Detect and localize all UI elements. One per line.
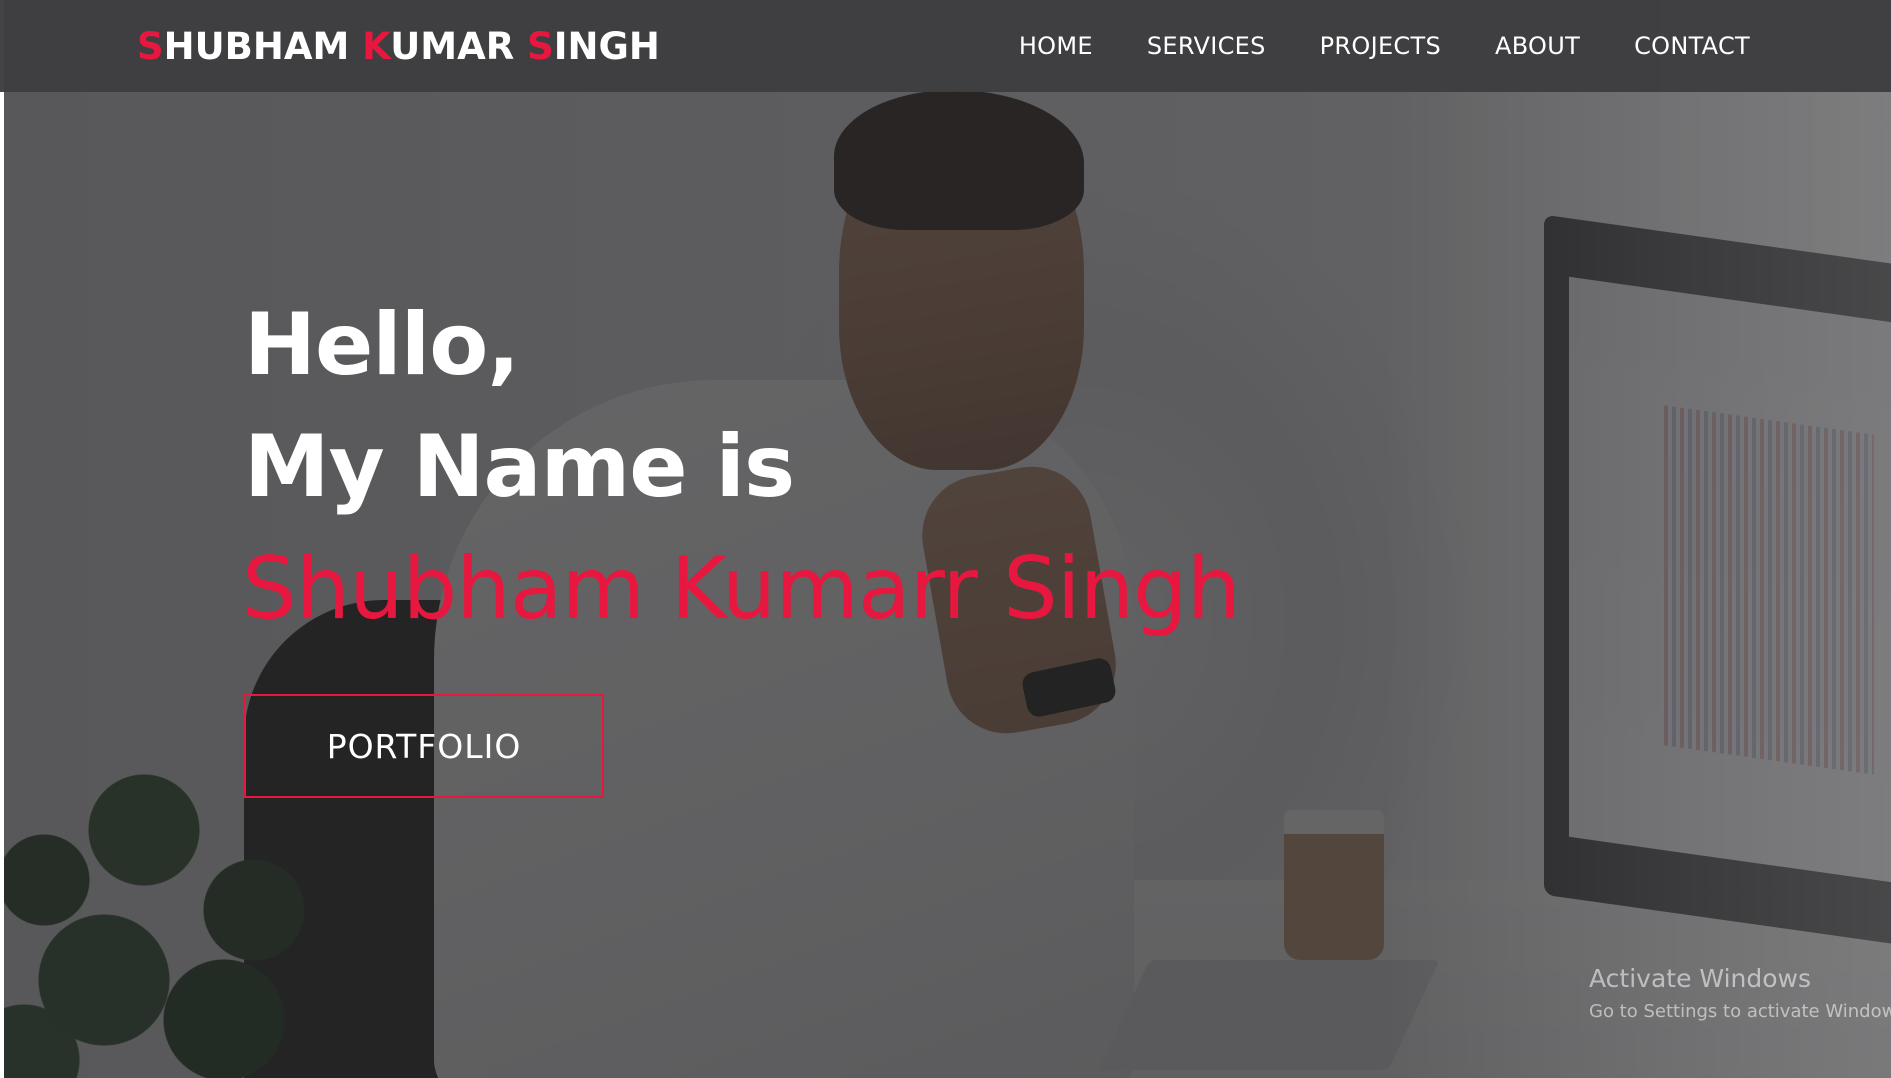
nav-item-services[interactable]: SERVICES [1147, 32, 1266, 60]
nav-menu: HOME SERVICES PROJECTS ABOUT CONTACT [965, 0, 1750, 92]
activate-windows-title: Activate Windows [1589, 964, 1811, 993]
navbar: SHUBHAM KUMAR SINGH HOME SERVICES PROJEC… [0, 0, 1891, 92]
brand-logo[interactable]: SHUBHAM KUMAR SINGH [137, 24, 660, 70]
brand-initial-last: S [527, 25, 554, 68]
nav-item-home[interactable]: HOME [1019, 32, 1093, 60]
brand-initial-first: S [137, 25, 164, 68]
portfolio-button[interactable]: PORTFOLIO [244, 694, 604, 798]
activate-windows-watermark: Activate Windows Go to Settings to activ… [1589, 962, 1891, 1026]
hero-name: Shubham Kumarr Singh [242, 539, 1241, 639]
nav-item-about[interactable]: ABOUT [1495, 32, 1580, 60]
brand-text-last: INGH [553, 25, 660, 68]
activate-windows-subtitle: Go to Settings to activate Windows. [1589, 1001, 1891, 1022]
brand-text-middle: UMAR [390, 25, 528, 68]
nav-item-contact[interactable]: CONTACT [1634, 32, 1750, 60]
hero-intro: My Name is [244, 417, 795, 517]
nav-item-projects[interactable]: PROJECTS [1320, 32, 1441, 60]
hero-greeting: Hello, [244, 295, 520, 395]
brand-initial-middle: K [362, 25, 391, 68]
brand-text-first: HUBHAM [163, 25, 363, 68]
left-edge-strip [0, 0, 4, 1078]
portfolio-page: SHUBHAM KUMAR SINGH HOME SERVICES PROJEC… [0, 0, 1891, 1078]
hero-light-overlay [1380, 0, 1891, 1078]
